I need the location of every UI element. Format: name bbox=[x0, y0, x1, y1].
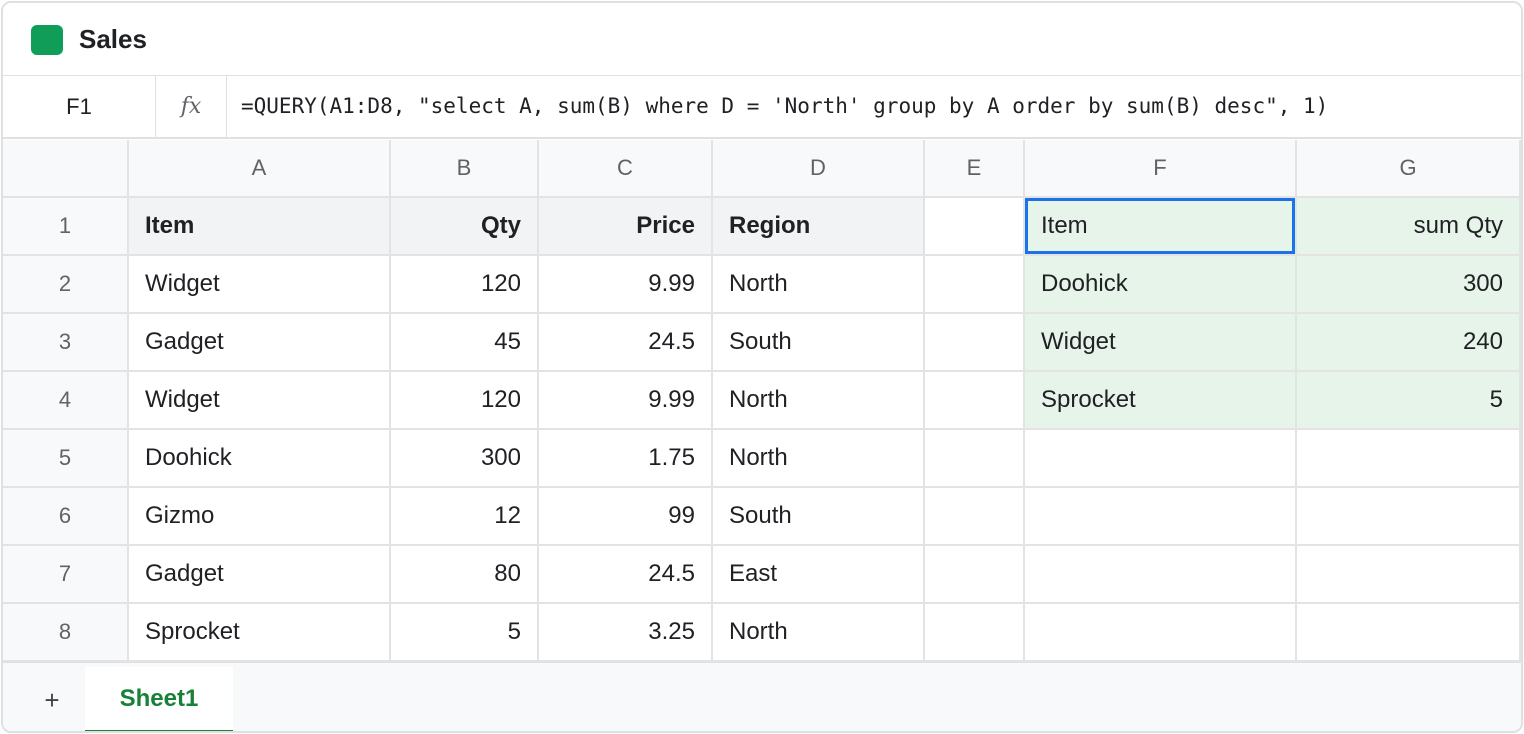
cell-d7[interactable]: East bbox=[713, 546, 925, 604]
cell-a3[interactable]: Gadget bbox=[129, 314, 391, 372]
cell-g6[interactable] bbox=[1297, 488, 1521, 546]
add-sheet-button[interactable]: + bbox=[37, 685, 67, 715]
cell-c8[interactable]: 3.25 bbox=[539, 604, 713, 662]
select-all-corner[interactable] bbox=[3, 140, 129, 198]
cell-f1[interactable]: Item bbox=[1025, 198, 1297, 256]
cell-f4[interactable]: Sprocket bbox=[1025, 372, 1297, 430]
cell-a1[interactable]: Item bbox=[129, 198, 391, 256]
cell-c2[interactable]: 9.99 bbox=[539, 256, 713, 314]
column-header-c[interactable]: C bbox=[539, 140, 713, 198]
cell-a4[interactable]: Widget bbox=[129, 372, 391, 430]
cell-c5[interactable]: 1.75 bbox=[539, 430, 713, 488]
cell-b5[interactable]: 300 bbox=[391, 430, 539, 488]
cell-g7[interactable] bbox=[1297, 546, 1521, 604]
cell-d8[interactable]: North bbox=[713, 604, 925, 662]
cell-e8[interactable] bbox=[925, 604, 1025, 662]
cell-e3[interactable] bbox=[925, 314, 1025, 372]
cell-f3[interactable]: Widget bbox=[1025, 314, 1297, 372]
spreadsheet-app: Sales F1 fx =QUERY(A1:D8, "select A, sum… bbox=[1, 1, 1523, 733]
cell-d1[interactable]: Region bbox=[713, 198, 925, 256]
row-header-2[interactable]: 2 bbox=[3, 256, 129, 314]
cell-b3[interactable]: 45 bbox=[391, 314, 539, 372]
cell-b4[interactable]: 120 bbox=[391, 372, 539, 430]
cell-d3[interactable]: South bbox=[713, 314, 925, 372]
document-title[interactable]: Sales bbox=[79, 24, 147, 55]
column-header-d[interactable]: D bbox=[713, 140, 925, 198]
cell-b1[interactable]: Qty bbox=[391, 198, 539, 256]
column-header-a[interactable]: A bbox=[129, 140, 391, 198]
cell-c3[interactable]: 24.5 bbox=[539, 314, 713, 372]
cell-g8[interactable] bbox=[1297, 604, 1521, 662]
cell-a7[interactable]: Gadget bbox=[129, 546, 391, 604]
formula-input[interactable]: =QUERY(A1:D8, "select A, sum(B) where D … bbox=[241, 76, 1328, 137]
cell-a2[interactable]: Widget bbox=[129, 256, 391, 314]
cell-d5[interactable]: North bbox=[713, 430, 925, 488]
cell-e1[interactable] bbox=[925, 198, 1025, 256]
cell-e7[interactable] bbox=[925, 546, 1025, 604]
cell-g3[interactable]: 240 bbox=[1297, 314, 1521, 372]
cell-c4[interactable]: 9.99 bbox=[539, 372, 713, 430]
formula-bar: F1 fx =QUERY(A1:D8, "select A, sum(B) wh… bbox=[3, 76, 1521, 139]
sheet-tab-sheet1[interactable]: Sheet1 bbox=[85, 667, 233, 731]
cell-e4[interactable] bbox=[925, 372, 1025, 430]
sheets-logo-icon bbox=[31, 25, 63, 55]
cell-d4[interactable]: North bbox=[713, 372, 925, 430]
cell-g1[interactable]: sum Qty bbox=[1297, 198, 1521, 256]
cell-f6[interactable] bbox=[1025, 488, 1297, 546]
column-header-e[interactable]: E bbox=[925, 140, 1025, 198]
fx-icon: fx bbox=[156, 76, 227, 137]
row-header-4[interactable]: 4 bbox=[3, 372, 129, 430]
cell-c7[interactable]: 24.5 bbox=[539, 546, 713, 604]
row-header-7[interactable]: 7 bbox=[3, 546, 129, 604]
cell-b8[interactable]: 5 bbox=[391, 604, 539, 662]
cell-f8[interactable] bbox=[1025, 604, 1297, 662]
cell-e2[interactable] bbox=[925, 256, 1025, 314]
cell-e6[interactable] bbox=[925, 488, 1025, 546]
row-header-3[interactable]: 3 bbox=[3, 314, 129, 372]
cell-e5[interactable] bbox=[925, 430, 1025, 488]
cell-g4[interactable]: 5 bbox=[1297, 372, 1521, 430]
cell-b7[interactable]: 80 bbox=[391, 546, 539, 604]
row-header-5[interactable]: 5 bbox=[3, 430, 129, 488]
cell-g2[interactable]: 300 bbox=[1297, 256, 1521, 314]
cell-a5[interactable]: Doohick bbox=[129, 430, 391, 488]
cell-f7[interactable] bbox=[1025, 546, 1297, 604]
row-header-8[interactable]: 8 bbox=[3, 604, 129, 662]
title-bar: Sales bbox=[3, 3, 1521, 76]
row-header-6[interactable]: 6 bbox=[3, 488, 129, 546]
cell-d2[interactable]: North bbox=[713, 256, 925, 314]
cell-b6[interactable]: 12 bbox=[391, 488, 539, 546]
column-header-f[interactable]: F bbox=[1025, 140, 1297, 198]
cell-c6[interactable]: 99 bbox=[539, 488, 713, 546]
cell-f5[interactable] bbox=[1025, 430, 1297, 488]
cell-g5[interactable] bbox=[1297, 430, 1521, 488]
cell-grid: A B C D E F G 1 Item Qty Price Region Item sum Qty 2 Wi… bbox=[3, 140, 1521, 662]
column-header-g[interactable]: G bbox=[1297, 140, 1521, 198]
cell-a8[interactable]: Sprocket bbox=[129, 604, 391, 662]
cell-f2[interactable]: Doohick bbox=[1025, 256, 1297, 314]
cell-d6[interactable]: South bbox=[713, 488, 925, 546]
cell-c1[interactable]: Price bbox=[539, 198, 713, 256]
row-header-1[interactable]: 1 bbox=[3, 198, 129, 256]
cell-a6[interactable]: Gizmo bbox=[129, 488, 391, 546]
name-box[interactable]: F1 bbox=[3, 76, 156, 137]
sheet-tab-bar: + Sheet1 bbox=[3, 662, 1521, 731]
cell-b2[interactable]: 120 bbox=[391, 256, 539, 314]
column-header-b[interactable]: B bbox=[391, 140, 539, 198]
